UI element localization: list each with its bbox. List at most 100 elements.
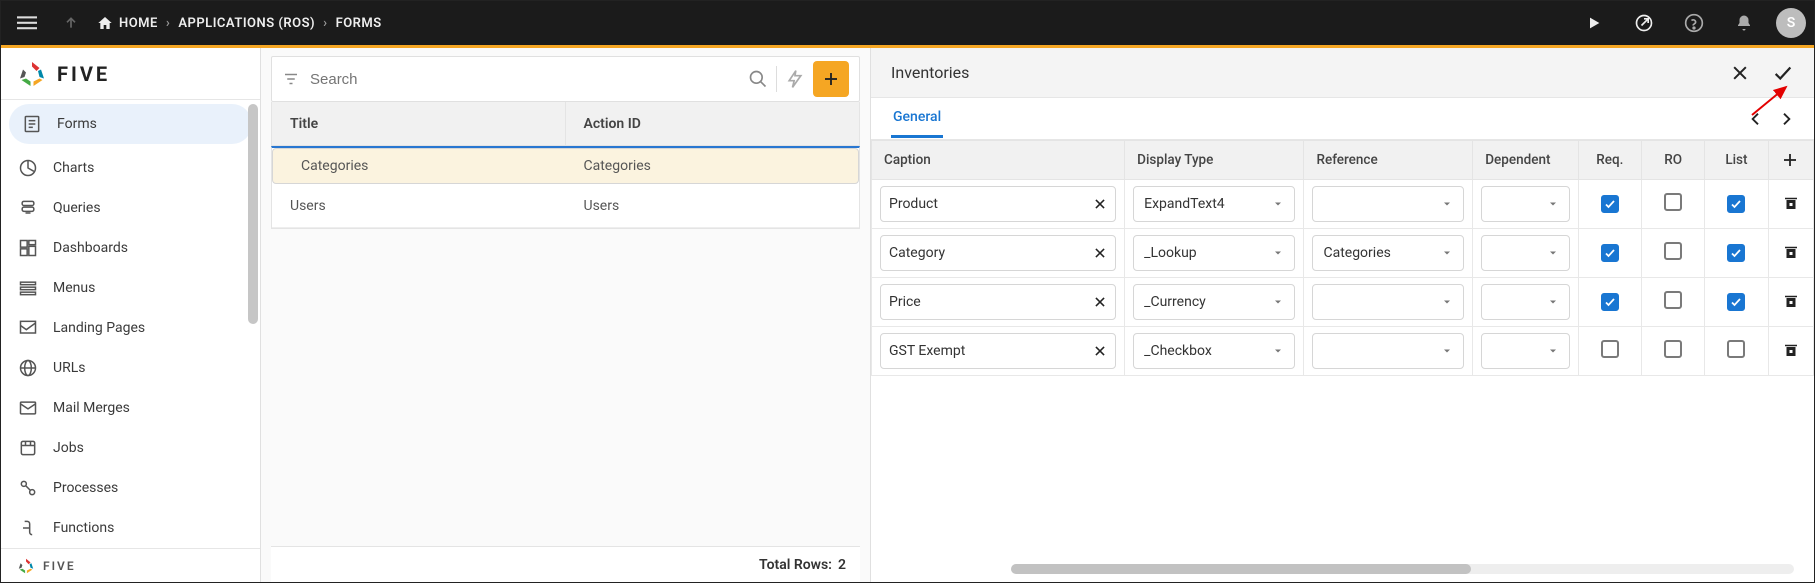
sidebar-item-jobs[interactable]: Jobs [1,428,260,468]
sidebar-item-dashboards[interactable]: Dashboards [1,228,260,268]
caption-input[interactable]: Price [880,284,1116,320]
form-icon [21,113,43,135]
reference-select[interactable] [1312,284,1464,320]
sidebar-item-label: Jobs [53,440,84,456]
check-icon[interactable] [1772,62,1794,84]
dependent-select[interactable] [1481,284,1569,320]
list-row[interactable]: Users Users [272,184,859,228]
checkbox[interactable] [1727,340,1745,358]
col-caption[interactable]: Caption [872,141,1125,180]
checkbox[interactable] [1601,195,1619,213]
clear-icon[interactable] [1093,295,1107,309]
delete-row-icon[interactable] [1780,241,1802,263]
bell-icon[interactable] [1726,5,1762,41]
sidebar-item-menus[interactable]: Menus [1,268,260,308]
col-ro[interactable]: RO [1642,141,1705,180]
dependent-select[interactable] [1481,333,1569,369]
clear-icon[interactable] [1093,197,1107,211]
display-select[interactable]: _Checkbox [1133,333,1295,369]
reference-select[interactable] [1312,186,1464,222]
checkbox[interactable] [1664,193,1682,211]
url-icon [17,357,39,379]
col-action-id[interactable]: Action ID [566,116,860,132]
col-reference[interactable]: Reference [1304,141,1473,180]
sidebar-item-forms[interactable]: Forms [9,104,252,144]
up-arrow-icon[interactable] [53,5,89,41]
breadcrumb-home[interactable]: HOME [119,16,158,31]
sidebar-item-charts[interactable]: Charts [1,148,260,188]
tab-general[interactable]: General [891,99,943,138]
checkbox[interactable] [1601,340,1619,358]
list-header: Title Action ID [271,102,860,146]
col-display[interactable]: Display Type [1125,141,1304,180]
detail-header: Inventories [871,48,1814,98]
search-input[interactable] [308,70,740,89]
next-icon[interactable] [1778,111,1794,127]
filter-icon[interactable] [282,70,300,88]
checkbox[interactable] [1664,340,1682,358]
delete-row-icon[interactable] [1780,192,1802,214]
reference-select[interactable] [1312,333,1464,369]
col-req[interactable]: Req. [1578,141,1641,180]
total-rows-count: 2 [838,557,846,573]
sidebar-item-landing[interactable]: Landing Pages [1,308,260,348]
sidebar-item-urls[interactable]: URLs [1,348,260,388]
avatar[interactable]: S [1776,8,1806,38]
list-row[interactable]: Categories Categories [272,148,859,184]
checkbox[interactable] [1664,242,1682,260]
breadcrumb-apps[interactable]: APPLICATIONS (ROS) [178,16,315,31]
col-list[interactable]: List [1705,141,1768,180]
close-icon[interactable] [1730,63,1750,83]
home-icon[interactable]: HOME [97,15,158,31]
scrollbar-thumb[interactable] [248,104,258,324]
add-button[interactable] [813,61,849,97]
deploy-icon[interactable] [1626,5,1662,41]
scrollbar-thumb[interactable] [1011,564,1471,574]
hamburger-icon[interactable] [9,5,45,41]
logo-small-icon [17,557,35,575]
dependent-select[interactable] [1481,235,1569,271]
detail-panel: Inventories General [871,48,1814,582]
cell-action: Categories [566,158,849,174]
reference-select[interactable]: Categories [1312,235,1464,271]
display-select[interactable]: _Lookup [1133,235,1295,271]
sidebar-list: Forms Charts Queries Dashboards Menus La… [1,100,260,548]
dependent-select[interactable] [1481,186,1569,222]
chart-icon [17,157,39,179]
sidebar-item-functions[interactable]: Functions [1,508,260,548]
clear-icon[interactable] [1093,246,1107,260]
play-icon[interactable] [1576,5,1612,41]
sidebar-item-queries[interactable]: Queries [1,188,260,228]
bolt-icon[interactable] [785,69,805,89]
divider [776,66,777,92]
add-row-button[interactable] [1768,141,1813,180]
display-select[interactable]: ExpandText4 [1133,186,1295,222]
sidebar-item-mail[interactable]: Mail Merges [1,388,260,428]
display-select[interactable]: _Currency [1133,284,1295,320]
checkbox[interactable] [1727,293,1745,311]
prev-icon[interactable] [1748,111,1764,127]
sidebar-footer: FIVE [1,548,260,582]
search-icon[interactable] [748,69,768,89]
checkbox[interactable] [1601,293,1619,311]
topbar: HOME › APPLICATIONS (ROS) › FORMS S [1,1,1814,45]
logo: FIVE [1,48,260,100]
caption-input[interactable]: Product [880,186,1116,222]
chevron-right-icon: › [166,16,170,31]
checkbox[interactable] [1727,244,1745,262]
col-title[interactable]: Title [272,102,566,145]
checkbox[interactable] [1727,195,1745,213]
clear-icon[interactable] [1093,344,1107,358]
delete-row-icon[interactable] [1780,339,1802,361]
sidebar-item-processes[interactable]: Processes [1,468,260,508]
help-icon[interactable] [1676,5,1712,41]
col-dependent[interactable]: Dependent [1473,141,1578,180]
caption-input[interactable]: GST Exempt [880,333,1116,369]
breadcrumb-forms[interactable]: FORMS [336,16,382,31]
caption-input[interactable]: Category [880,235,1116,271]
checkbox[interactable] [1664,291,1682,309]
checkbox[interactable] [1601,244,1619,262]
delete-row-icon[interactable] [1780,290,1802,312]
horizontal-scrollbar[interactable] [1011,564,1794,574]
sidebar: FIVE Forms Charts Queries Dashboards Men… [1,48,261,582]
